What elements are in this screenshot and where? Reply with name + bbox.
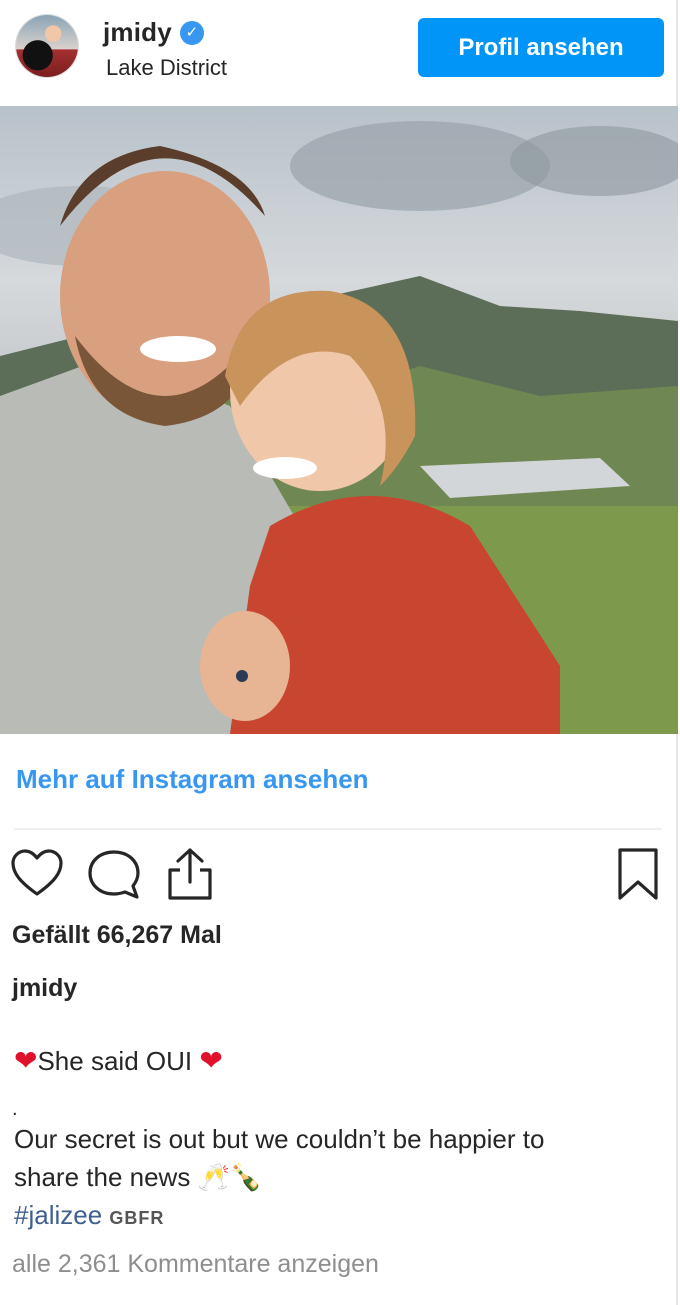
- caption-text-1: She said OUI: [37, 1046, 193, 1076]
- view-more-on-instagram-link[interactable]: Mehr auf Instagram ansehen: [16, 764, 369, 795]
- caption-line-2: Our secret is out but we couldn’t be hap…: [14, 1124, 545, 1154]
- caption-author[interactable]: jmidy: [12, 974, 77, 1003]
- location-link[interactable]: Lake District: [106, 55, 227, 81]
- hashtag-link[interactable]: #jalizee: [14, 1200, 102, 1230]
- share-arrow-icon[interactable]: [164, 846, 216, 902]
- avatar[interactable]: [16, 15, 78, 77]
- caption-dot: .: [12, 1098, 18, 1120]
- photo-illustration: [0, 121, 678, 734]
- view-all-comments-link[interactable]: alle 2,361 Kommentare anzeigen: [12, 1250, 379, 1279]
- champagne-emoji-icon: 🥂🍾: [197, 1162, 263, 1192]
- heart-outline-icon[interactable]: [10, 848, 64, 898]
- speech-bubble-icon[interactable]: [86, 848, 142, 900]
- red-heart-icon: ❤: [14, 1045, 38, 1076]
- divider: [14, 828, 662, 830]
- caption-line-1: ❤She said OUI ❤: [14, 1044, 223, 1077]
- bookmark-icon[interactable]: [614, 846, 662, 902]
- post-header: jmidy ✓ Lake District Profil ansehen: [0, 0, 676, 104]
- likes-count[interactable]: Gefällt 66,267 Mal: [12, 921, 222, 950]
- username-link[interactable]: jmidy: [103, 17, 172, 48]
- caption-tag: GBFR: [109, 1208, 165, 1228]
- action-bar: [0, 840, 676, 904]
- red-heart-icon: ❤: [199, 1045, 223, 1076]
- view-profile-button[interactable]: Profil ansehen: [418, 18, 664, 77]
- caption-line-3: share the news 🥂🍾: [14, 1162, 262, 1193]
- caption-line-4: #jalizee GBFR: [14, 1200, 164, 1231]
- caption-text-3: share the news: [14, 1162, 191, 1192]
- instagram-embed-card: jmidy ✓ Lake District Profil ansehen Meh…: [0, 0, 678, 1305]
- post-photo[interactable]: [0, 106, 678, 734]
- verified-badge-icon: ✓: [179, 20, 204, 45]
- username-row: jmidy ✓: [103, 17, 204, 48]
